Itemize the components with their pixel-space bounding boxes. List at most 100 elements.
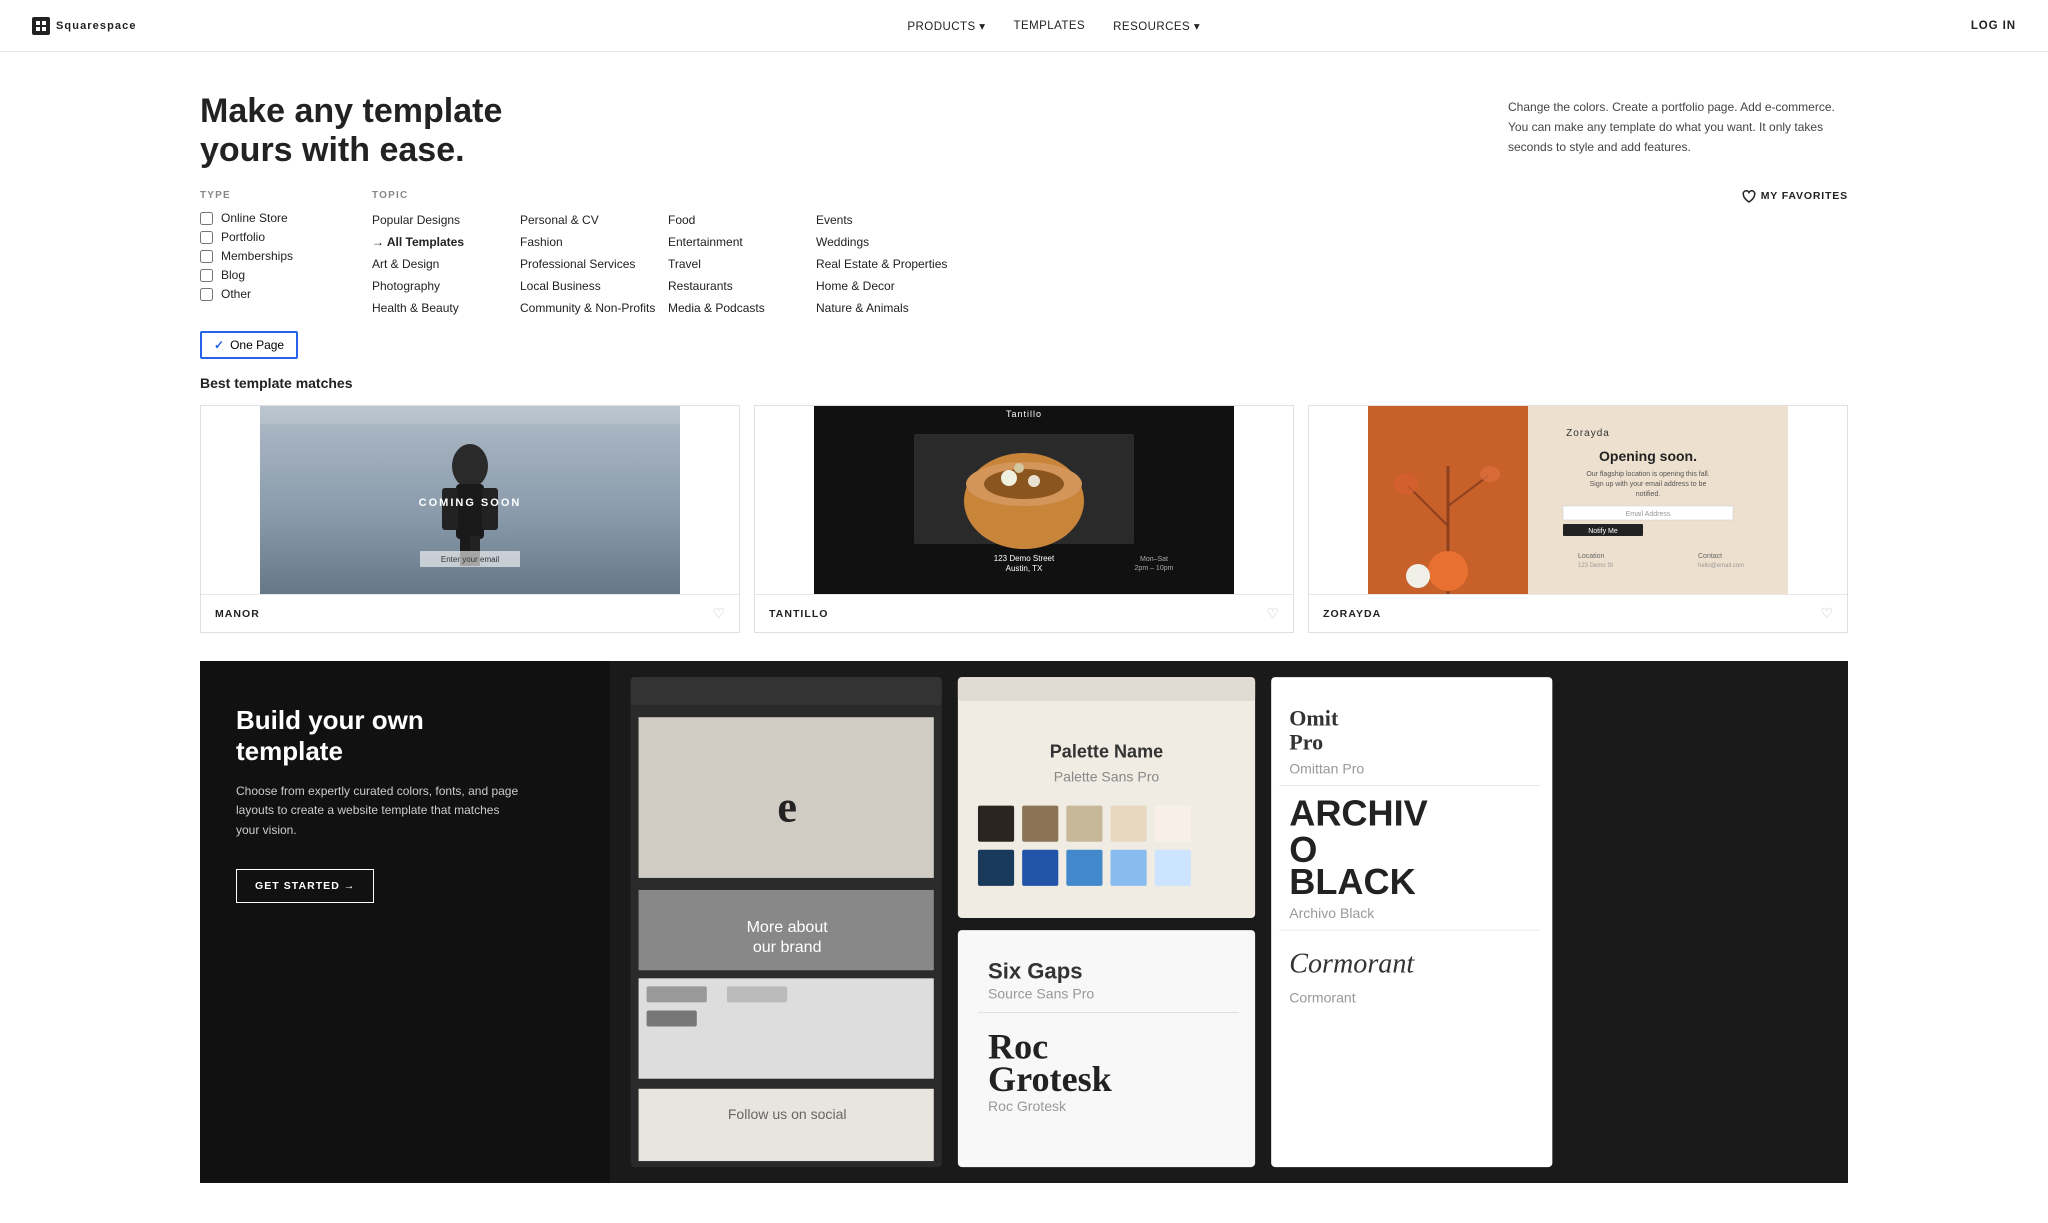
topic-nature[interactable]: Nature & Animals bbox=[816, 299, 996, 317]
type-blog[interactable]: Blog bbox=[200, 268, 340, 282]
login-button[interactable]: LOG IN bbox=[1971, 20, 2016, 32]
section-title: Best template matches bbox=[200, 375, 1848, 391]
type-memberships[interactable]: Memberships bbox=[200, 249, 340, 263]
topic-travel[interactable]: Travel bbox=[668, 255, 816, 273]
svg-text:Omittan Pro: Omittan Pro bbox=[1289, 761, 1364, 777]
type-portfolio[interactable]: Portfolio bbox=[200, 230, 340, 244]
template-card-manor[interactable]: COMING SOON Enter your email MANOR ♡ bbox=[200, 405, 740, 633]
topic-col-1: Popular Designs → All Templates Art & De… bbox=[372, 211, 520, 317]
zorayda-preview: Zorayda Opening soon. Our flagship locat… bbox=[1309, 406, 1847, 594]
svg-text:123 Demo Street: 123 Demo Street bbox=[994, 554, 1055, 563]
topic-restaurants[interactable]: Restaurants bbox=[668, 277, 816, 295]
heart-icon bbox=[1742, 190, 1756, 204]
svg-text:Tantillo: Tantillo bbox=[1006, 409, 1042, 419]
templates-section: Best template matches bbox=[0, 375, 2048, 661]
get-started-button[interactable]: GET STARTED → bbox=[236, 869, 374, 903]
svg-text:Omit: Omit bbox=[1289, 705, 1339, 730]
topic-real-estate[interactable]: Real Estate & Properties bbox=[816, 255, 996, 273]
svg-text:e: e bbox=[777, 783, 797, 832]
svg-text:Mon–Sat: Mon–Sat bbox=[1140, 556, 1168, 563]
topic-col-4: Events Weddings Real Estate & Properties… bbox=[816, 211, 996, 317]
build-right: e More about our brand Follow us on soci… bbox=[610, 661, 1848, 1183]
topic-photography[interactable]: Photography bbox=[372, 277, 520, 295]
nav-resources[interactable]: RESOURCES ▾ bbox=[1113, 19, 1200, 33]
zorayda-favorite-icon[interactable]: ♡ bbox=[1820, 605, 1833, 622]
template-grid: COMING SOON Enter your email MANOR ♡ Tan… bbox=[200, 405, 1848, 633]
svg-text:Contact: Contact bbox=[1698, 553, 1722, 560]
svg-text:Palette Name: Palette Name bbox=[1050, 742, 1163, 762]
svg-text:Follow us on social: Follow us on social bbox=[728, 1106, 847, 1122]
nav-center: PRODUCTS ▾ TEMPLATES RESOURCES ▾ bbox=[907, 19, 1200, 33]
zorayda-name: ZORAYDA bbox=[1323, 608, 1381, 620]
svg-text:notified.: notified. bbox=[1636, 491, 1661, 498]
topic-home-decor[interactable]: Home & Decor bbox=[816, 277, 996, 295]
topic-col-2: Personal & CV Fashion Professional Servi… bbox=[520, 211, 668, 317]
manor-preview: COMING SOON Enter your email bbox=[201, 406, 739, 594]
svg-text:Cormorant: Cormorant bbox=[1289, 990, 1355, 1006]
manor-favorite-icon[interactable]: ♡ bbox=[712, 605, 725, 622]
svg-text:Palette Sans Pro: Palette Sans Pro bbox=[1054, 769, 1160, 785]
svg-text:BLACK: BLACK bbox=[1289, 861, 1415, 902]
svg-text:Email Address: Email Address bbox=[1626, 511, 1671, 518]
svg-text:Archivo Black: Archivo Black bbox=[1289, 905, 1375, 921]
svg-text:Opening soon.: Opening soon. bbox=[1599, 448, 1697, 464]
topic-fashion[interactable]: Fashion bbox=[520, 233, 668, 251]
topic-local[interactable]: Local Business bbox=[520, 277, 668, 295]
template-card-tantillo[interactable]: Tantillo 123 Demo Street Austin, TX Mon–… bbox=[754, 405, 1294, 633]
logo-text: Squarespace bbox=[56, 20, 137, 32]
tantillo-thumbnail: Tantillo 123 Demo Street Austin, TX Mon–… bbox=[755, 406, 1293, 594]
tantillo-favorite-icon[interactable]: ♡ bbox=[1266, 605, 1279, 622]
svg-text:Grotesk: Grotesk bbox=[988, 1059, 1113, 1099]
type-other[interactable]: Other bbox=[200, 287, 340, 301]
tag-label: One Page bbox=[230, 338, 284, 352]
svg-text:Enter your email: Enter your email bbox=[441, 555, 499, 564]
topic-popular[interactable]: Popular Designs bbox=[372, 211, 520, 229]
svg-text:Zorayda: Zorayda bbox=[1566, 428, 1610, 439]
filters-area: TYPE Online Store Portfolio Memberships … bbox=[0, 190, 2048, 317]
topic-art[interactable]: Art & Design bbox=[372, 255, 520, 273]
svg-text:More about: More about bbox=[747, 918, 829, 936]
topic-community[interactable]: Community & Non-Profits bbox=[520, 299, 668, 317]
nav-products[interactable]: PRODUCTS ▾ bbox=[907, 19, 985, 33]
template-card-zorayda[interactable]: Zorayda Opening soon. Our flagship locat… bbox=[1308, 405, 1848, 633]
main-nav: Squarespace PRODUCTS ▾ TEMPLATES RESOURC… bbox=[0, 0, 2048, 52]
my-favorites-button[interactable]: MY FAVORITES bbox=[1742, 190, 1848, 317]
logo[interactable]: Squarespace bbox=[32, 17, 137, 35]
build-collage-preview: e More about our brand Follow us on soci… bbox=[610, 661, 1848, 1183]
topic-health[interactable]: Health & Beauty bbox=[372, 299, 520, 317]
topic-personal[interactable]: Personal & CV bbox=[520, 211, 668, 229]
tantillo-preview: Tantillo 123 Demo Street Austin, TX Mon–… bbox=[755, 406, 1293, 594]
squarespace-logo-icon bbox=[32, 17, 50, 35]
my-favorites-label: MY FAVORITES bbox=[1761, 190, 1848, 202]
topic-all[interactable]: → All Templates bbox=[372, 233, 520, 251]
active-filters: ✓ One Page bbox=[0, 317, 2048, 375]
svg-text:Pro: Pro bbox=[1289, 730, 1323, 755]
manor-footer: MANOR ♡ bbox=[201, 594, 739, 632]
topic-col-3: Food Entertainment Travel Restaurants Me… bbox=[668, 211, 816, 317]
build-heading: Build your own template bbox=[236, 705, 574, 767]
hero-heading-line2: yours with ease. bbox=[200, 131, 465, 169]
svg-text:123 Demo St: 123 Demo St bbox=[1578, 563, 1613, 569]
build-heading-line1: Build your own bbox=[236, 705, 424, 735]
topic-food[interactable]: Food bbox=[668, 211, 816, 229]
tantillo-footer: TANTILLO ♡ bbox=[755, 594, 1293, 632]
svg-text:our brand: our brand bbox=[753, 938, 822, 956]
type-label: TYPE bbox=[200, 190, 340, 201]
topic-events[interactable]: Events bbox=[816, 211, 996, 229]
check-icon: ✓ bbox=[214, 338, 224, 352]
zorayda-footer: ZORAYDA ♡ bbox=[1309, 594, 1847, 632]
one-page-tag[interactable]: ✓ One Page bbox=[200, 331, 298, 359]
svg-text:COMING SOON: COMING SOON bbox=[419, 497, 522, 509]
topic-media[interactable]: Media & Podcasts bbox=[668, 299, 816, 317]
nav-templates[interactable]: TEMPLATES bbox=[1014, 20, 1086, 32]
topic-entertainment[interactable]: Entertainment bbox=[668, 233, 816, 251]
svg-text:Location: Location bbox=[1578, 553, 1605, 560]
type-options: Online Store Portfolio Memberships Blog … bbox=[200, 211, 340, 301]
topic-professional[interactable]: Professional Services bbox=[520, 255, 668, 273]
svg-text:ARCHIV: ARCHIV bbox=[1289, 793, 1428, 834]
build-left: Build your own template Choose from expe… bbox=[200, 661, 610, 1183]
svg-text:Cormorant: Cormorant bbox=[1289, 948, 1415, 979]
build-description: Choose from expertly curated colors, fon… bbox=[236, 782, 526, 841]
topic-weddings[interactable]: Weddings bbox=[816, 233, 996, 251]
type-online-store[interactable]: Online Store bbox=[200, 211, 340, 225]
